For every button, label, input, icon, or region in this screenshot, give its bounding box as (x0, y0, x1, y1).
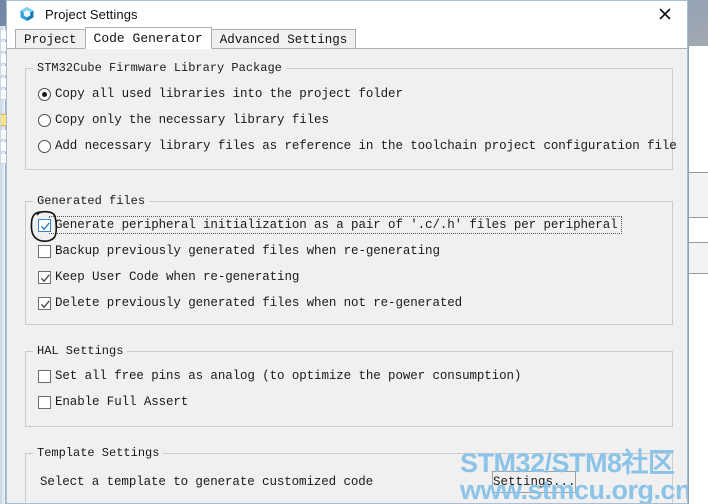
checkbox-indicator[interactable] (38, 218, 51, 232)
checkbox-label: Backup previously generated files when r… (55, 244, 440, 258)
radio-label: Add necessary library files as reference… (55, 139, 677, 153)
template-settings-group-title: Template Settings (33, 446, 164, 460)
settings-button[interactable]: Settings... (492, 471, 576, 493)
checkbox-keep-user-code[interactable]: Keep User Code when re-generating (38, 270, 299, 284)
radio-copy-necessary-only[interactable]: Copy only the necessary library files (38, 113, 329, 127)
background-band (689, 172, 708, 218)
radio-label: Copy all used libraries into the project… (55, 87, 403, 101)
template-description-row: Select a template to generate customized… (36, 475, 373, 489)
tab-bar: Project Code Generator Advanced Settings (7, 27, 687, 50)
radio-label: Copy only the necessary library files (55, 113, 329, 127)
cube-icon (19, 6, 35, 22)
checkbox-indicator[interactable] (38, 270, 51, 284)
checkbox-backup-previously-generated[interactable]: Backup previously generated files when r… (38, 244, 440, 258)
code-generator-panel: STM32Cube Firmware Library Package Copy … (7, 49, 687, 503)
template-description: Select a template to generate customized… (40, 475, 374, 489)
project-settings-dialog: Project Settings Project Code Generator Ad… (6, 0, 688, 504)
firmware-library-group-title: STM32Cube Firmware Library Package (33, 61, 286, 75)
checkbox-indicator[interactable] (38, 244, 51, 258)
generated-files-group: Generated files Generate peripheral init… (25, 194, 673, 325)
tab-project[interactable]: Project (15, 29, 86, 50)
checkbox-indicator[interactable] (38, 369, 51, 383)
checkbox-enable-full-assert[interactable]: Enable Full Assert (38, 395, 188, 409)
radio-indicator[interactable] (38, 87, 51, 101)
hal-settings-group-title: HAL Settings (33, 344, 128, 358)
hal-settings-group: HAL Settings Set all free pins as analog… (25, 344, 673, 427)
radio-indicator[interactable] (38, 139, 51, 153)
checkbox-delete-previously-generated[interactable]: Delete previously generated files when n… (38, 296, 462, 310)
radio-add-as-reference[interactable]: Add necessary library files as reference… (38, 139, 677, 153)
tab-advanced-settings[interactable]: Advanced Settings (210, 29, 357, 50)
template-settings-group: Template Settings Select a template to g… (25, 446, 673, 503)
checkbox-label: Set all free pins as analog (to optimize… (55, 369, 522, 383)
tab-code-generator[interactable]: Code Generator (84, 27, 212, 49)
radio-indicator[interactable] (38, 113, 51, 127)
checkbox-label: Keep User Code when re-generating (55, 270, 300, 284)
checkbox-label: Delete previously generated files when n… (55, 296, 463, 310)
firmware-library-group: STM32Cube Firmware Library Package Copy … (25, 61, 677, 170)
checkbox-label: Generate peripheral initialization as a … (49, 216, 622, 234)
dialog-title: Project Settings (45, 6, 138, 22)
checkbox-indicator[interactable] (38, 296, 51, 310)
generated-files-group-title: Generated files (33, 194, 150, 208)
checkbox-indicator[interactable] (38, 395, 51, 409)
background-window-right (688, 46, 708, 504)
dialog-title-bar: Project Settings (7, 1, 687, 27)
background-band (689, 242, 708, 274)
close-icon[interactable] (643, 1, 687, 27)
radio-copy-all-libraries[interactable]: Copy all used libraries into the project… (38, 87, 403, 101)
checkbox-generate-peripheral-init[interactable]: Generate peripheral initialization as a … (30, 210, 622, 242)
checkbox-set-free-pins-analog[interactable]: Set all free pins as analog (to optimize… (38, 369, 521, 383)
checkbox-label: Enable Full Assert (55, 395, 189, 409)
